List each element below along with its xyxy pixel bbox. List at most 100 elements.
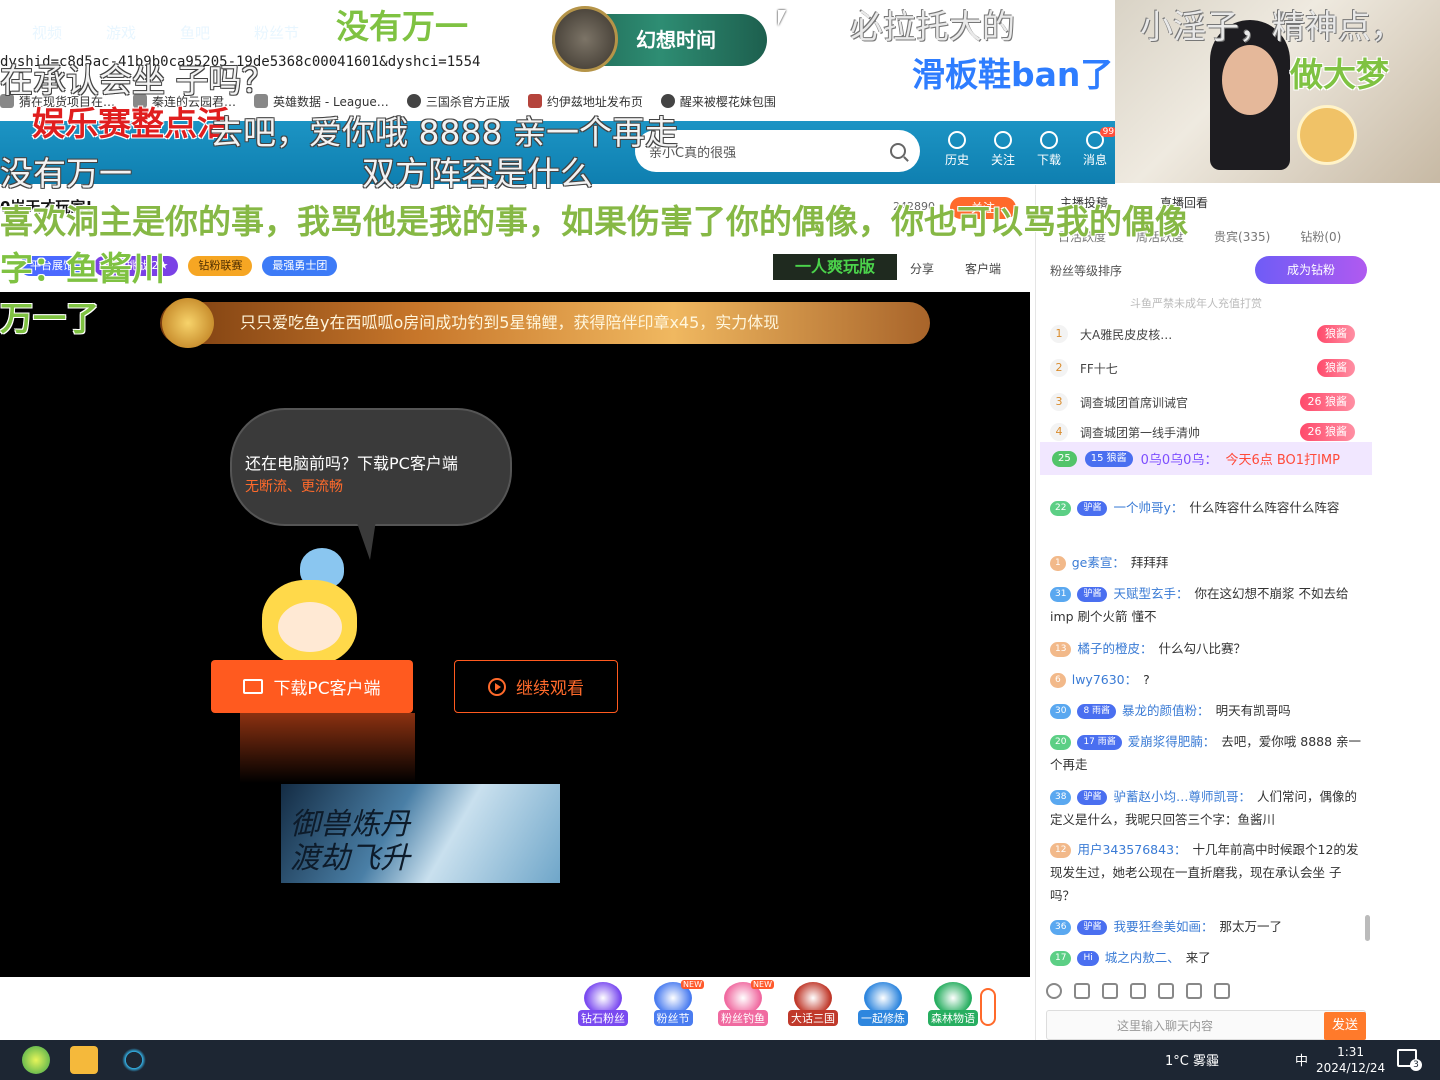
room-tags: 平台展馆 巅峰挑战 2★ 钻粉联赛 最强勇士团 bbox=[20, 256, 338, 276]
tag-warrior-team[interactable]: 最强勇士团 bbox=[262, 256, 338, 276]
game-banner[interactable]: 一人爽玩版 bbox=[773, 254, 897, 280]
bookmark[interactable]: 秦连的云园君… bbox=[133, 93, 236, 110]
bookmark[interactable]: 醒来被樱花妹包围 bbox=[660, 93, 776, 110]
gift-label: 粉丝节 bbox=[653, 1010, 693, 1026]
tab-replays[interactable]: 直播回看 bbox=[1160, 194, 1208, 211]
chat-username[interactable]: ge素宣： bbox=[1072, 555, 1125, 570]
bookmark[interactable]: 英雄数据 - League… bbox=[254, 93, 389, 110]
nav-item-fanfest[interactable]: 粉丝节 bbox=[254, 22, 299, 43]
rank-row[interactable]: 1 大A雅民皮皮核… 狼酱 bbox=[1050, 321, 1365, 347]
gift-item[interactable]: 粉丝钓鱼 NEW bbox=[712, 980, 774, 1030]
tag-diamond-league[interactable]: 钻粉联赛 bbox=[188, 256, 253, 276]
notification-icon[interactable]: 3 bbox=[1397, 1049, 1422, 1071]
send-button[interactable]: 发送 bbox=[1324, 1012, 1366, 1040]
chat-username[interactable]: 一个帅哥y： bbox=[1113, 500, 1183, 515]
download-client-button[interactable]: 下载PC客户端 bbox=[211, 660, 413, 713]
nav-item-games[interactable]: 游戏 bbox=[106, 22, 136, 43]
gift-label: 森林物语 bbox=[928, 1010, 978, 1026]
download-button[interactable]: 下载 bbox=[1037, 131, 1061, 168]
streamer-avatar bbox=[552, 6, 618, 72]
tag-peak-challenge[interactable]: 巅峰挑战 2★ bbox=[94, 256, 179, 276]
chat-username[interactable]: 城之内敖二、 bbox=[1105, 950, 1180, 965]
search-input[interactable]: 亲小C真的很强 bbox=[649, 142, 736, 161]
chat-text: 什么勾八比赛？ bbox=[1158, 641, 1246, 656]
barrage-style-icon[interactable] bbox=[1158, 983, 1174, 999]
screen: { "browser": { "url": "dyshid=c8d5ac-41b… bbox=[0, 0, 1440, 1080]
share-button[interactable]: 分享 bbox=[910, 260, 934, 277]
chat-username[interactable]: 我要狂叁美如画： bbox=[1113, 919, 1213, 934]
follow-button[interactable]: 关注 bbox=[991, 131, 1015, 168]
tab-streamer-posts[interactable]: 主播投稿 bbox=[1060, 194, 1108, 211]
continue-watching-button[interactable]: 继续观看 bbox=[454, 660, 618, 713]
system-clock[interactable]: 1:31 2024/12/24 bbox=[1316, 1044, 1385, 1076]
button-glow bbox=[240, 713, 415, 783]
tab-daily[interactable]: 日活跃度 bbox=[1058, 228, 1106, 245]
chat-username[interactable]: 天赋型玄手： bbox=[1113, 586, 1188, 601]
chat-message: 6 lwy7630：? bbox=[1050, 668, 1362, 691]
minor-warning: 斗鱼严禁未成年人充值打赏 bbox=[1130, 297, 1262, 310]
douyu-app-icon[interactable] bbox=[70, 1046, 98, 1074]
megaphone-icon[interactable] bbox=[1074, 983, 1090, 999]
heart-icon bbox=[994, 131, 1013, 149]
gift-item[interactable]: 森林物语 bbox=[922, 982, 984, 1030]
ime-indicator[interactable]: 中 bbox=[1295, 1050, 1308, 1069]
tag-platform-hall[interactable]: 平台展馆 bbox=[20, 256, 84, 276]
tab-diamond[interactable]: 钻粉(0) bbox=[1300, 228, 1341, 245]
tab-weekly[interactable]: 周活跃度 bbox=[1136, 228, 1184, 245]
chat-input[interactable]: 这里输入聊天内容 bbox=[1046, 1010, 1366, 1040]
nav-item-yuba[interactable]: 鱼吧 bbox=[180, 22, 210, 43]
chat-message: 30 8 雨酱 暴龙的颜值粉： 明天有凯哥吗 bbox=[1050, 699, 1362, 722]
chat-message: 36 驴酱 我要狂叁美如画： 那太万一了 bbox=[1050, 915, 1362, 938]
follow-room-button[interactable]: 关注 bbox=[950, 197, 1016, 219]
search-icon[interactable] bbox=[890, 143, 906, 159]
chat-username[interactable]: 橘子的橙皮： bbox=[1077, 641, 1152, 656]
crown-icon[interactable] bbox=[1102, 983, 1118, 999]
gift-item[interactable]: 钻石粉丝 bbox=[572, 982, 634, 1030]
settings-icon[interactable] bbox=[1214, 983, 1230, 999]
rank-row[interactable]: 4 调查城团第一线手清帅 26 狼酱 bbox=[1050, 423, 1365, 441]
weather-widget[interactable]: 1°C 雾霾 bbox=[1165, 1050, 1219, 1069]
chat-username[interactable]: 用户343576843： bbox=[1077, 842, 1186, 857]
gift-label: 大话三国 bbox=[788, 1010, 838, 1026]
ad-text: 御兽炼丹 渡劫飞升 bbox=[290, 807, 410, 876]
fan-level-sort[interactable]: 粉丝等级排序 bbox=[1050, 262, 1122, 279]
rank-row[interactable]: 2 FF十七 狼酱 bbox=[1050, 355, 1365, 381]
chat-text: 明天有凯哥吗 bbox=[1215, 703, 1291, 718]
gift-item[interactable]: 大话三国 bbox=[782, 982, 844, 1030]
search-box[interactable]: 亲小C真的很强 bbox=[635, 130, 920, 172]
chat-username[interactable]: 暴龙的颜值粉： bbox=[1122, 703, 1210, 718]
bubble-subtext: 无断流、更流畅 bbox=[245, 479, 343, 495]
bookmark-icon bbox=[254, 94, 269, 108]
rank-row[interactable]: 3 调查城团首席训诫官 26 狼酱 bbox=[1050, 389, 1365, 415]
nav-item-video[interactable]: 视频 bbox=[32, 22, 62, 43]
client-button[interactable]: 客户端 bbox=[965, 260, 1001, 277]
gift-label: 一起修炼 bbox=[858, 1010, 908, 1026]
taskbar bbox=[0, 1040, 1440, 1080]
gift-more-button[interactable] bbox=[980, 988, 996, 1026]
gift-item[interactable]: 粉丝节 NEW bbox=[642, 980, 704, 1030]
chat-text: 拜拜拜 bbox=[1130, 555, 1169, 570]
bookmark[interactable]: 三国杀官方正版 bbox=[406, 93, 510, 110]
chat-message: 22 驴酱 一个帅哥y： 什么阵容什么阵容什么阵容 bbox=[1050, 496, 1362, 519]
chat-username[interactable]: lwy7630： bbox=[1072, 672, 1137, 687]
tab-vip[interactable]: 贵宾(335) bbox=[1214, 228, 1270, 245]
history-button[interactable]: 历史 bbox=[945, 131, 969, 168]
emoji-icon[interactable] bbox=[1046, 983, 1062, 999]
medal-icon bbox=[162, 298, 214, 348]
nav-menu: 视频 游戏 鱼吧 粉丝节 bbox=[32, 22, 299, 43]
chat-username[interactable]: 驴蓄赵小均…尊师凯哥： bbox=[1113, 789, 1251, 804]
app-icon[interactable] bbox=[22, 1046, 50, 1074]
chat-username[interactable]: 爱崩浆得肥腩： bbox=[1128, 734, 1216, 749]
card-icon[interactable] bbox=[1186, 983, 1202, 999]
gift-list: 钻石粉丝 粉丝节 NEW 粉丝钓鱼 NEW 大话三国 一起修炼 森林物语 bbox=[572, 980, 984, 1030]
chat-message: 1 ge素宣： 拜拜拜 bbox=[1050, 551, 1362, 574]
chat-scrollbar[interactable] bbox=[1365, 915, 1370, 941]
bookmark[interactable]: 猜在现货项目在… bbox=[0, 93, 115, 110]
become-diamond-button[interactable]: 成为钻粉 bbox=[1255, 256, 1367, 284]
fan-badge-icon[interactable] bbox=[1130, 983, 1146, 999]
gift-item[interactable]: 一起修炼 bbox=[852, 982, 914, 1030]
browser-app-icon[interactable] bbox=[120, 1046, 148, 1074]
fan-badge: 驴酱 bbox=[1077, 790, 1108, 805]
messages-button[interactable]: 消息 99 bbox=[1083, 127, 1118, 168]
bookmark[interactable]: 约伊兹地址发布页 bbox=[527, 93, 643, 110]
